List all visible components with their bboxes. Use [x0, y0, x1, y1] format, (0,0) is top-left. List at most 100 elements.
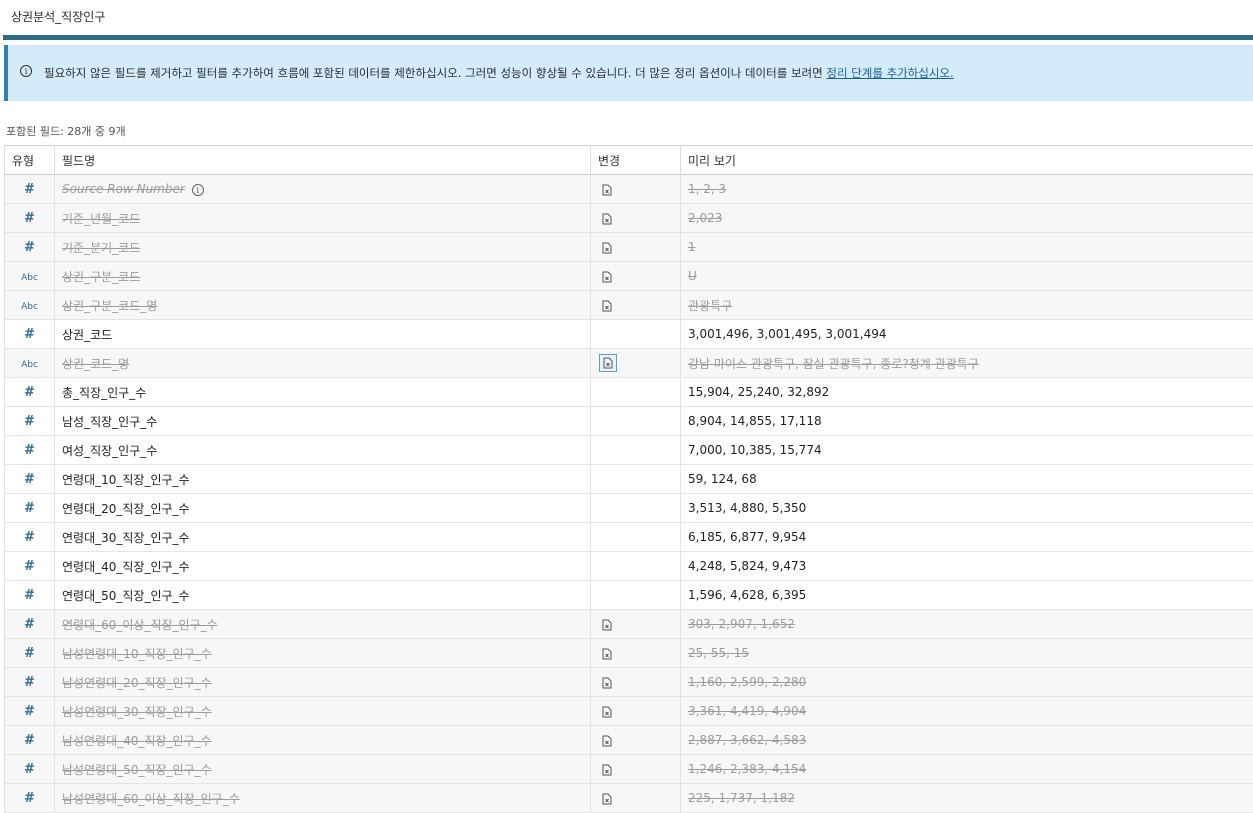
hash-icon[interactable]: # [24, 646, 35, 661]
field-name-cell[interactable]: 연령대_30_직장_인구_수 [55, 523, 591, 552]
type-cell[interactable]: # [5, 175, 55, 204]
table-row[interactable]: #연령대_10_직장_인구_수59, 124, 68 [5, 465, 1253, 494]
field-name-cell[interactable]: 남성연령대_30_직장_인구_수 [55, 697, 591, 726]
remove-field-icon[interactable] [602, 184, 612, 196]
header-type[interactable]: 유형 [5, 146, 55, 175]
table-row[interactable]: #남성연령대_60_이상_직장_인구_수225, 1,737, 1,182 [5, 784, 1253, 813]
table-row[interactable]: #연령대_30_직장_인구_수6,185, 6,877, 9,954 [5, 523, 1253, 552]
hash-icon[interactable]: # [24, 762, 35, 777]
remove-field-icon[interactable] [602, 735, 612, 747]
type-cell[interactable]: # [5, 610, 55, 639]
table-row[interactable]: #남성연령대_20_직장_인구_수1,160, 2,599, 2,280 [5, 668, 1253, 697]
change-cell[interactable] [591, 436, 681, 465]
field-name[interactable]: 기준_분기_코드 [62, 241, 140, 255]
field-name-cell[interactable]: 연령대_40_직장_인구_수 [55, 552, 591, 581]
type-cell[interactable]: Abc [5, 349, 55, 378]
field-name[interactable]: 남성연령대_30_직장_인구_수 [62, 705, 212, 719]
field-name[interactable]: Source Row Number [62, 182, 185, 196]
field-name-cell[interactable]: 남성연령대_60_이상_직장_인구_수 [55, 784, 591, 813]
field-name-cell[interactable]: 상권_구분_코드 [55, 262, 591, 291]
table-row[interactable]: #기준_년월_코드2,023 [5, 204, 1253, 233]
hash-icon[interactable]: # [24, 733, 35, 748]
change-cell[interactable] [591, 784, 681, 813]
remove-field-icon[interactable] [602, 619, 612, 631]
field-name[interactable]: 상권_코드_명 [62, 357, 129, 371]
hash-icon[interactable]: # [24, 675, 35, 690]
change-cell[interactable] [591, 378, 681, 407]
change-cell[interactable] [591, 552, 681, 581]
type-cell[interactable]: # [5, 697, 55, 726]
change-cell[interactable] [591, 610, 681, 639]
type-cell[interactable]: # [5, 378, 55, 407]
field-name-cell[interactable]: 기준_분기_코드 [55, 233, 591, 262]
table-row[interactable]: #상권_코드3,001,496, 3,001,495, 3,001,494 [5, 320, 1253, 349]
abc-icon[interactable]: Abc [21, 273, 38, 283]
type-cell[interactable]: # [5, 668, 55, 697]
table-row[interactable]: #연령대_50_직장_인구_수1,596, 4,628, 6,395 [5, 581, 1253, 610]
field-name[interactable]: 연령대_60_이상_직장_인구_수 [62, 618, 218, 632]
type-cell[interactable]: # [5, 436, 55, 465]
type-cell[interactable]: # [5, 233, 55, 262]
hash-icon[interactable]: # [24, 588, 35, 603]
header-change[interactable]: 변경 [591, 146, 681, 175]
abc-icon[interactable]: Abc [21, 360, 38, 370]
field-name-cell[interactable]: 상권_코드_명 [55, 349, 591, 378]
field-name-cell[interactable]: 연령대_10_직장_인구_수 [55, 465, 591, 494]
header-field-name[interactable]: 필드명 [55, 146, 591, 175]
table-row[interactable]: #연령대_20_직장_인구_수3,513, 4,880, 5,350 [5, 494, 1253, 523]
hash-icon[interactable]: # [24, 472, 35, 487]
table-row[interactable]: Abc상권_구분_코드_명관광특구 [5, 291, 1253, 320]
field-name-cell[interactable]: 상권_구분_코드_명 [55, 291, 591, 320]
field-name-cell[interactable]: 남성연령대_40_직장_인구_수 [55, 726, 591, 755]
table-row[interactable]: #남성연령대_50_직장_인구_수1,246, 2,383, 4,154 [5, 755, 1253, 784]
hash-icon[interactable]: # [24, 704, 35, 719]
field-name-cell[interactable]: 남성연령대_10_직장_인구_수 [55, 639, 591, 668]
change-cell[interactable] [591, 262, 681, 291]
field-name-cell[interactable]: 여성_직장_인구_수 [55, 436, 591, 465]
change-cell[interactable] [591, 639, 681, 668]
field-name[interactable]: 상권_구분_코드_명 [62, 299, 157, 313]
table-row[interactable]: #연령대_40_직장_인구_수4,248, 5,824, 9,473 [5, 552, 1253, 581]
table-row[interactable]: #남성_직장_인구_수8,904, 14,855, 17,118 [5, 407, 1253, 436]
field-name-cell[interactable]: 연령대_50_직장_인구_수 [55, 581, 591, 610]
table-row[interactable]: #남성연령대_30_직장_인구_수3,361, 4,419, 4,904 [5, 697, 1253, 726]
field-name[interactable]: 여성_직장_인구_수 [62, 444, 157, 458]
table-row[interactable]: Abc상권_코드_명강남 마이스 관광특구, 잠실 관광특구, 종로?청계 관광… [5, 349, 1253, 378]
change-cell[interactable] [591, 233, 681, 262]
field-name[interactable]: 남성연령대_50_직장_인구_수 [62, 763, 212, 777]
field-name[interactable]: 기준_년월_코드 [62, 212, 140, 226]
field-name-cell[interactable]: 연령대_60_이상_직장_인구_수 [55, 610, 591, 639]
hash-icon[interactable]: # [24, 414, 35, 429]
remove-field-icon[interactable] [602, 300, 612, 312]
field-name[interactable]: 상권_코드 [62, 328, 112, 342]
abc-icon[interactable]: Abc [21, 302, 38, 312]
field-name-cell[interactable]: 남성연령대_20_직장_인구_수 [55, 668, 591, 697]
hash-icon[interactable]: # [24, 617, 35, 632]
table-row[interactable]: #남성연령대_10_직장_인구_수25, 55, 15 [5, 639, 1253, 668]
type-cell[interactable]: # [5, 726, 55, 755]
change-cell[interactable] [591, 494, 681, 523]
remove-field-icon[interactable] [602, 213, 612, 225]
table-row[interactable]: #여성_직장_인구_수7,000, 10,385, 15,774 [5, 436, 1253, 465]
field-name[interactable]: 연령대_30_직장_인구_수 [62, 531, 190, 545]
field-name[interactable]: 남성_직장_인구_수 [62, 415, 157, 429]
type-cell[interactable]: # [5, 581, 55, 610]
remove-field-icon[interactable] [602, 677, 612, 689]
change-cell[interactable] [591, 523, 681, 552]
field-name[interactable]: 남성연령대_60_이상_직장_인구_수 [62, 792, 240, 806]
type-cell[interactable]: Abc [5, 291, 55, 320]
table-row[interactable]: #기준_분기_코드1 [5, 233, 1253, 262]
hash-icon[interactable]: # [24, 240, 35, 255]
change-cell[interactable] [591, 291, 681, 320]
change-cell[interactable] [591, 349, 681, 378]
change-cell[interactable] [591, 726, 681, 755]
type-cell[interactable]: # [5, 204, 55, 233]
table-row[interactable]: #남성연령대_40_직장_인구_수2,887, 3,662, 4,583 [5, 726, 1253, 755]
type-cell[interactable]: # [5, 552, 55, 581]
header-preview[interactable]: 미리 보기 [681, 146, 1253, 175]
field-name[interactable]: 연령대_20_직장_인구_수 [62, 502, 190, 516]
type-cell[interactable]: # [5, 523, 55, 552]
hash-icon[interactable]: # [24, 211, 35, 226]
field-name[interactable]: 상권_구분_코드 [62, 270, 140, 284]
type-cell[interactable]: # [5, 465, 55, 494]
